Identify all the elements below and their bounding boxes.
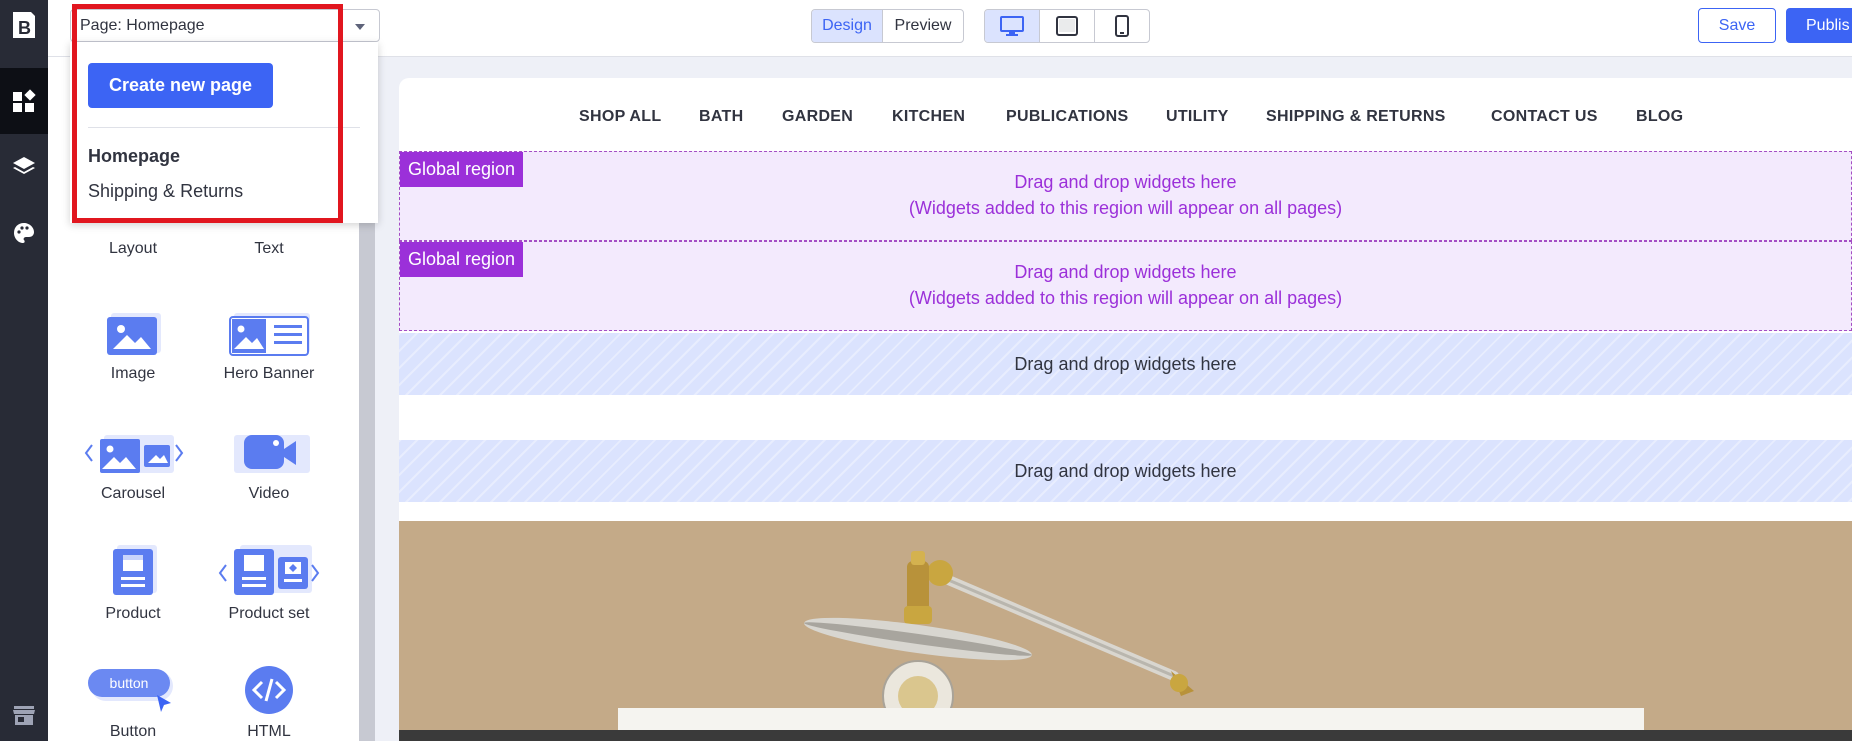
storefront-icon[interactable]: [0, 690, 48, 740]
publish-button[interactable]: Publis: [1786, 8, 1852, 43]
button-icon: button: [58, 665, 208, 715]
widgets-icon[interactable]: [0, 68, 48, 134]
widget-dropzone[interactable]: Drag and drop widgets here: [399, 333, 1852, 395]
nav-link-kitchen[interactable]: KITCHEN: [892, 108, 965, 126]
global-region[interactable]: Global region Drag and drop widgets here…: [399, 151, 1852, 241]
left-rail: B: [0, 0, 48, 741]
hero-banner[interactable]: [399, 521, 1852, 741]
widget-label: Video: [248, 485, 290, 502]
nav-link-shop-all[interactable]: SHOP ALL: [579, 108, 661, 126]
save-button[interactable]: Save: [1698, 8, 1776, 43]
widget-carousel[interactable]: Carousel: [58, 425, 208, 503]
global-region-note: (Widgets added to this region will appea…: [908, 288, 1343, 308]
nav-link-blog[interactable]: BLOG: [1636, 108, 1683, 126]
nav-link-bath[interactable]: BATH: [699, 108, 743, 126]
preview-tab[interactable]: Preview: [883, 10, 963, 42]
global-region-note: (Widgets added to this region will appea…: [908, 198, 1343, 218]
nav-link-contact-us[interactable]: CONTACT US: [1491, 108, 1598, 126]
image-icon: [58, 305, 208, 357]
widget-html[interactable]: HTML: [194, 665, 344, 741]
widget-label: Button: [109, 723, 157, 740]
video-icon: [194, 425, 344, 477]
global-region-hint: Drag and drop widgets here: [1014, 262, 1237, 282]
global-region[interactable]: Global region Drag and drop widgets here…: [399, 241, 1852, 331]
widget-label: Product: [105, 605, 161, 622]
widget-label: Hero Banner: [223, 365, 315, 382]
widget-label: Text: [254, 240, 284, 257]
widget-label: Product set: [228, 605, 310, 622]
widget-label: Image: [110, 365, 156, 382]
storefront-nav: SHOP ALL BATH GARDEN KITCHEN PUBLICATION…: [399, 78, 1852, 151]
mobile-icon[interactable]: [1095, 10, 1149, 42]
svg-text:B: B: [18, 18, 31, 38]
layers-icon[interactable]: [0, 134, 48, 200]
widget-video[interactable]: Video: [194, 425, 344, 503]
carousel-icon: [58, 425, 208, 477]
nav-link-utility[interactable]: UTILITY: [1166, 108, 1229, 126]
chevron-down-icon: [355, 24, 365, 30]
device-toggle: [984, 9, 1150, 43]
widget-product[interactable]: Product: [58, 545, 208, 623]
highlight-box: [72, 4, 343, 223]
page-canvas: SHOP ALL BATH GARDEN KITCHEN PUBLICATION…: [399, 78, 1852, 741]
tablet-icon[interactable]: [1040, 10, 1095, 42]
product-icon: [58, 545, 208, 597]
nav-link-garden[interactable]: GARDEN: [782, 108, 853, 126]
mode-toggle: Design Preview: [811, 9, 964, 43]
widget-label: Carousel: [100, 485, 166, 502]
widget-product-set[interactable]: Product set: [194, 545, 344, 623]
nav-link-publications[interactable]: PUBLICATIONS: [1006, 108, 1128, 126]
widget-label: Layout: [108, 240, 158, 257]
product-set-icon: [194, 545, 344, 597]
footer-strip: [399, 730, 1852, 741]
desktop-icon[interactable]: [985, 10, 1040, 42]
bigcommerce-logo-icon[interactable]: B: [0, 0, 48, 50]
global-region-hint: Drag and drop widgets here: [1014, 172, 1237, 192]
html-icon: [194, 665, 344, 715]
button-icon-text: button: [110, 675, 149, 691]
widget-label: HTML: [247, 723, 291, 740]
hero-banner-icon: [194, 305, 344, 357]
design-tab[interactable]: Design: [812, 10, 883, 42]
widget-dropzone[interactable]: Drag and drop widgets here: [399, 440, 1852, 502]
widget-button[interactable]: button Button: [58, 665, 208, 741]
palette-icon[interactable]: [0, 200, 48, 266]
nav-link-shipping-returns[interactable]: SHIPPING & RETURNS: [1266, 108, 1446, 126]
widget-image[interactable]: Image: [58, 305, 208, 383]
widget-hero-banner[interactable]: Hero Banner: [194, 305, 344, 383]
